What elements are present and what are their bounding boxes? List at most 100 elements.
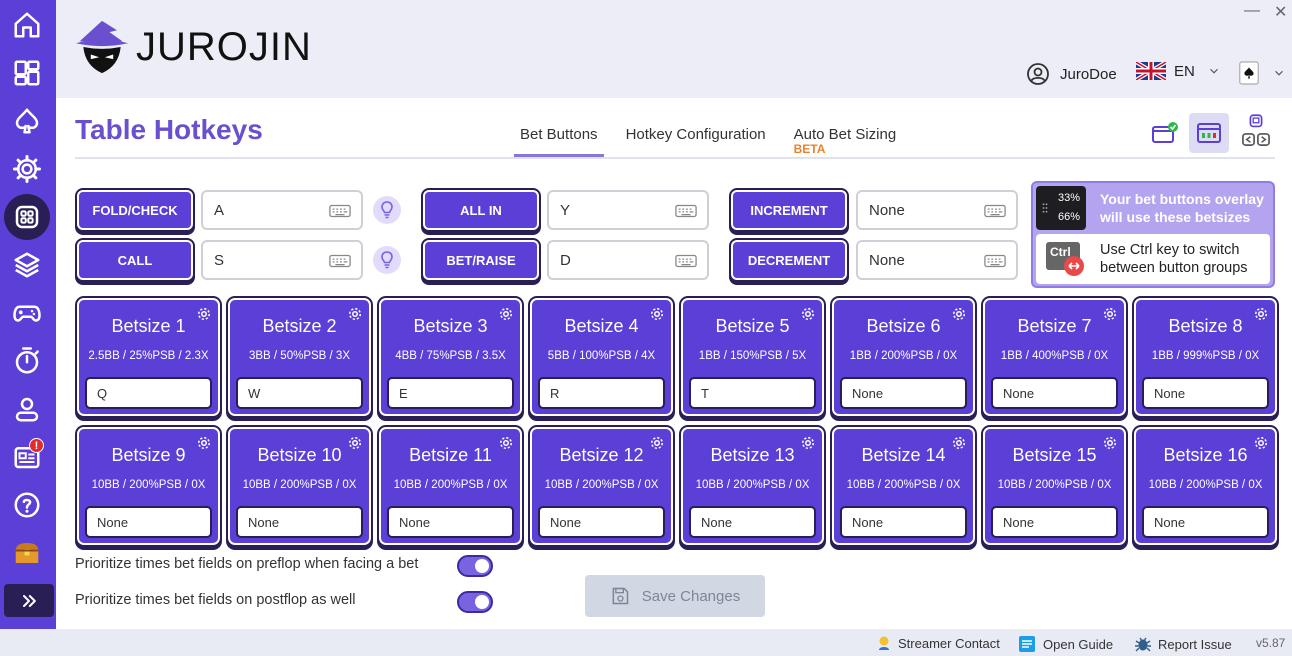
betsize-key-input[interactable]: E <box>387 377 514 409</box>
sidebar-item-home[interactable] <box>4 2 50 48</box>
streamer-icon <box>879 636 889 650</box>
language-selector[interactable]: EN <box>1136 62 1221 80</box>
open-guide-link[interactable]: Open Guide <box>1017 635 1113 653</box>
fold-check-key-input[interactable]: A <box>201 190 363 230</box>
gamepad-icon <box>13 305 41 322</box>
betsize-description: 10BB / 200%PSB / 0X <box>393 479 508 491</box>
betsize-key-input[interactable]: None <box>840 506 967 538</box>
save-changes-button[interactable]: Save Changes <box>585 575 765 617</box>
toggle-postflop-label: Prioritize times bet fields on postflop … <box>75 592 356 608</box>
betsize-name: Betsize 10 <box>257 445 342 465</box>
sidebar-expand-button[interactable] <box>4 584 54 617</box>
sidebar-item-profile[interactable] <box>4 386 50 432</box>
betsize-card: Betsize 14 10BB / 200%PSB / 0X None <box>832 427 975 545</box>
betsize-key-input[interactable]: R <box>538 377 665 409</box>
betsize-card: Betsize 9 10BB / 200%PSB / 0X None <box>77 427 220 545</box>
buttons-view-button[interactable] <box>1189 113 1229 153</box>
overlay-info: 33% 66% Your bet buttons overlay will us… <box>1033 183 1273 233</box>
gear-icon <box>13 155 41 183</box>
lightbulb-icon <box>373 196 401 224</box>
sidebar-item-treasure[interactable] <box>4 530 50 576</box>
tab-auto-bet-sizing[interactable]: Auto Bet Sizing BETA <box>793 126 897 156</box>
swap-arrows-icon <box>1064 256 1084 276</box>
decrement-button[interactable]: DECREMENT <box>731 240 847 280</box>
sidebar-item-timer[interactable] <box>4 338 50 384</box>
overlay-view-button[interactable] <box>1145 113 1185 153</box>
minimize-button[interactable]: — <box>1244 2 1260 20</box>
all-in-key-input[interactable]: Y <box>547 190 709 230</box>
user-circle-icon <box>1027 63 1049 85</box>
increment-key-input[interactable]: None <box>856 190 1018 230</box>
increment-button[interactable]: INCREMENT <box>731 190 847 230</box>
bug-icon <box>1135 637 1151 652</box>
keyboard-icon <box>329 204 351 218</box>
tab-bet-buttons[interactable]: Bet Buttons <box>514 126 604 157</box>
guide-book-icon <box>1019 636 1035 652</box>
decrement-key-input[interactable]: None <box>856 240 1018 280</box>
sidebar-item-spade[interactable] <box>4 98 50 144</box>
info-panel: 33% 66% Your bet buttons overlay will us… <box>1031 181 1275 288</box>
betsize-card: Betsize 6 1BB / 200%PSB / 0X None <box>832 298 975 416</box>
betsize-key-input[interactable]: None <box>85 506 212 538</box>
sidebar-item-layers[interactable] <box>4 242 50 288</box>
betsize-key-input[interactable]: None <box>538 506 665 538</box>
betsize-name: Betsize 11 <box>409 445 492 465</box>
betsize-key-input[interactable]: None <box>991 506 1118 538</box>
betsize-key-input[interactable]: W <box>236 377 363 409</box>
sidebar-item-gamepad[interactable] <box>4 290 50 336</box>
username: JuroDoe <box>1060 65 1117 83</box>
main-content: Table Hotkeys Bet Buttons Hotkey Configu… <box>56 98 1292 629</box>
betsize-name: Betsize 16 <box>1163 445 1248 465</box>
betsize-card: Betsize 8 1BB / 999%PSB / 0X None <box>1134 298 1277 416</box>
betsize-description: 10BB / 200%PSB / 0X <box>544 479 659 491</box>
tab-hotkey-configuration[interactable]: Hotkey Configuration <box>626 126 766 153</box>
betsize-name: Betsize 7 <box>1017 316 1092 336</box>
bet-raise-button[interactable]: BET/RAISE <box>423 240 539 280</box>
betsize-key-input[interactable]: None <box>991 377 1118 409</box>
betsize-description: 10BB / 200%PSB / 0X <box>846 479 961 491</box>
betsize-key-input[interactable]: Q <box>85 377 212 409</box>
all-in-button[interactable]: ALL IN <box>423 190 539 230</box>
betsize-card: Betsize 4 5BB / 100%PSB / 4X R <box>530 298 673 416</box>
betsize-key-input[interactable]: None <box>236 506 363 538</box>
betsize-key-input[interactable]: None <box>1142 377 1269 409</box>
close-window-button[interactable]: ✕ <box>1274 2 1287 22</box>
toggle-preflop[interactable] <box>457 555 493 577</box>
bet-raise-key-input[interactable]: D <box>547 240 709 280</box>
user-menu[interactable]: JuroDoe <box>1026 62 1117 86</box>
treasure-chest-icon <box>15 543 39 563</box>
betsize-key-input[interactable]: None <box>840 377 967 409</box>
betsize-card: Betsize 7 1BB / 400%PSB / 0X None <box>983 298 1126 416</box>
help-icon <box>14 492 40 518</box>
betsize-card: Betsize 10 10BB / 200%PSB / 0X None <box>228 427 371 545</box>
call-button[interactable]: CALL <box>77 240 193 280</box>
call-key-input[interactable]: S <box>201 240 363 280</box>
betsize-key-input[interactable]: None <box>387 506 514 538</box>
beta-badge: BETA <box>793 142 826 156</box>
betsize-card: Betsize 13 10BB / 200%PSB / 0X None <box>681 427 824 545</box>
card-deck-selector[interactable] <box>1238 60 1286 86</box>
betsize-key-input[interactable]: None <box>689 506 816 538</box>
betsize-key-input[interactable]: T <box>689 377 816 409</box>
streamer-contact-link[interactable]: Streamer Contact <box>876 635 1000 651</box>
betsize-card: Betsize 1 2.5BB / 25%PSB / 2.3X Q <box>77 298 220 416</box>
playing-card-icon <box>1239 61 1259 85</box>
betsize-name: Betsize 13 <box>710 445 795 465</box>
toggle-postflop[interactable] <box>457 591 493 613</box>
sidebar-item-news[interactable]: ! <box>4 434 50 480</box>
sidebar-item-help[interactable] <box>4 482 50 528</box>
betsize-name: Betsize 4 <box>564 316 639 336</box>
sidebar-item-dashboard[interactable] <box>4 50 50 96</box>
sidebar-item-hotkeys[interactable] <box>4 194 50 240</box>
button-groups-switch[interactable] <box>1236 113 1276 153</box>
title-divider <box>75 157 1275 159</box>
report-issue-link[interactable]: Report Issue <box>1134 635 1232 653</box>
call-hint-button[interactable] <box>372 245 402 275</box>
sidebar-item-settings[interactable] <box>4 146 50 192</box>
betsize-description: 10BB / 200%PSB / 0X <box>91 479 206 491</box>
stopwatch-icon <box>15 347 39 374</box>
fold-check-button[interactable]: FOLD/CHECK <box>77 190 193 230</box>
fold-check-hint-button[interactable] <box>372 195 402 225</box>
betsize-key-input[interactable]: None <box>1142 506 1269 538</box>
betsize-description: 1BB / 999%PSB / 0X <box>1151 350 1260 362</box>
